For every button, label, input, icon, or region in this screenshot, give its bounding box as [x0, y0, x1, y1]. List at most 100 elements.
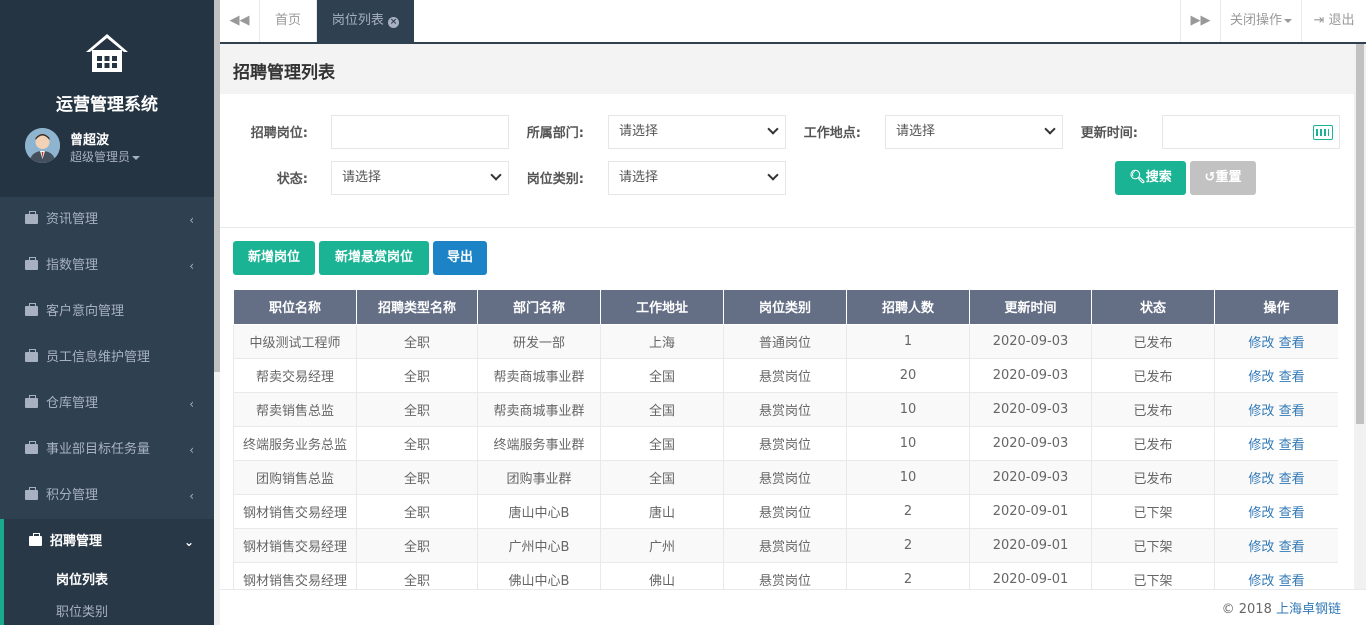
company-link[interactable]: 上海卓钢链: [1276, 602, 1341, 617]
tab-scroll-right-button[interactable]: ▶▶: [1180, 0, 1220, 42]
status-select[interactable]: 请选择: [331, 161, 509, 195]
footer: © 2018 上海卓钢链: [220, 589, 1366, 625]
edit-link[interactable]: 修改: [1248, 404, 1274, 419]
table-cell: 已发布: [1091, 459, 1215, 495]
table-cell: 悬赏岗位: [723, 425, 847, 461]
sidebar-item-warehouse[interactable]: 仓库管理 ‹: [0, 381, 214, 427]
calendar-icon[interactable]: [1313, 125, 1333, 140]
table-row[interactable]: 中级测试工程师 全职 研发一部 上海 普通岗位 1 2020-09-03 已发布 修改 查看: [233, 323, 1338, 359]
briefcase-icon: [25, 303, 38, 316]
view-link[interactable]: 查看: [1279, 336, 1305, 351]
column-header[interactable]: 工作地址: [600, 290, 724, 325]
sidebar-item-news[interactable]: 资讯管理 ‹: [0, 197, 214, 243]
category-select-value: 请选择: [619, 170, 659, 185]
table-row[interactable]: 帮卖销售总监 全职 帮卖商城事业群 全国 悬赏岗位 10 2020-09-03 已发布 修改 查…: [233, 391, 1338, 427]
table-cell: 全国: [600, 459, 724, 495]
content-scrollbar[interactable]: [1354, 44, 1366, 589]
table-cell: 钢材销售交易经理: [233, 561, 357, 589]
update-time-input[interactable]: [1162, 115, 1340, 149]
edit-link[interactable]: 修改: [1248, 370, 1274, 385]
sidebar-item-customer-intent[interactable]: 客户意向管理: [0, 289, 214, 335]
sidebar-item-recruitment[interactable]: 招聘管理 ⌄: [0, 519, 214, 565]
table-cell: 悬赏岗位: [723, 493, 847, 529]
tab-post-list[interactable]: 岗位列表 ×: [317, 0, 414, 42]
column-header[interactable]: 职位名称: [233, 290, 357, 325]
tab-home[interactable]: 首页: [260, 0, 317, 42]
column-header[interactable]: 状态: [1091, 290, 1215, 325]
table-row[interactable]: 团购销售总监 全职 团购事业群 全国 悬赏岗位 10 2020-09-03 已发布 修改 查看: [233, 459, 1338, 495]
sidebar-item-label: 招聘管理: [50, 534, 103, 549]
sidebar-item-division-targets[interactable]: 事业部目标任务量 ‹: [0, 427, 214, 473]
dept-select[interactable]: 请选择: [608, 115, 786, 149]
edit-link[interactable]: 修改: [1248, 540, 1274, 555]
search-button[interactable]: 🔍︎搜索: [1115, 161, 1186, 195]
table-cell: 2020-09-03: [969, 459, 1092, 495]
table-cell: 团购销售总监: [233, 459, 357, 495]
column-header[interactable]: 部门名称: [477, 290, 601, 325]
table-row[interactable]: 钢材销售交易经理 全职 佛山中心B 佛山 悬赏岗位 2 2020-09-01 已下架 修改 查看: [233, 561, 1338, 589]
table-row[interactable]: 终端服务业务总监 全职 终端服务事业群 全国 悬赏岗位 10 2020-09-03 已发布 修改…: [233, 425, 1338, 461]
close-ops-dropdown[interactable]: 关闭操作: [1220, 0, 1301, 42]
close-tab-icon[interactable]: ×: [388, 17, 400, 28]
table-cell: 已发布: [1091, 425, 1215, 461]
view-link[interactable]: 查看: [1279, 472, 1305, 487]
table-cell: 悬赏岗位: [723, 459, 847, 495]
category-select[interactable]: 请选择: [608, 161, 786, 195]
logout-button[interactable]: ⇥ 退出: [1301, 0, 1366, 42]
submenu-item-post-list[interactable]: 岗位列表: [4, 565, 214, 597]
sidebar-item-points[interactable]: 积分管理 ‹: [0, 473, 214, 519]
reset-button[interactable]: ↺重置: [1190, 161, 1256, 195]
table-row[interactable]: 钢材销售交易经理 全职 广州中心B 广州 悬赏岗位 2 2020-09-01 已下架 修改 查看: [233, 527, 1338, 563]
table-row[interactable]: 帮卖交易经理 全职 帮卖商城事业群 全国 悬赏岗位 20 2020-09-03 已发布 修改 查…: [233, 357, 1338, 393]
briefcase-icon: [25, 441, 38, 454]
table-cell: 2020-09-01: [969, 527, 1092, 563]
view-link[interactable]: 查看: [1279, 506, 1305, 521]
sidebar-item-index[interactable]: 指数管理 ‹: [0, 243, 214, 289]
table-cell: 钢材销售交易经理: [233, 527, 357, 563]
table-cell: 全职: [356, 493, 478, 529]
table-cell: 帮卖商城事业群: [477, 357, 601, 393]
view-link[interactable]: 查看: [1279, 540, 1305, 555]
sidebar-header: 运营管理系统 曾超波 超级管理员: [0, 0, 214, 197]
edit-link[interactable]: 修改: [1248, 336, 1274, 351]
submenu-item-post-category[interactable]: 职位类别: [4, 597, 214, 625]
logout-label: 退出: [1328, 13, 1355, 28]
export-button[interactable]: 导出: [433, 241, 487, 275]
view-link[interactable]: 查看: [1279, 438, 1305, 453]
briefcase-icon: [25, 349, 38, 362]
column-header[interactable]: 招聘类型名称: [356, 290, 478, 325]
location-select[interactable]: 请选择: [885, 115, 1063, 149]
add-reward-post-button[interactable]: 新增悬赏岗位: [319, 241, 429, 275]
table-cell-actions: 修改 查看: [1214, 459, 1338, 495]
add-post-button[interactable]: 新增岗位: [233, 241, 315, 275]
table-cell: 终端服务业务总监: [233, 425, 357, 461]
table-cell: 全职: [356, 527, 478, 563]
user-role-dropdown[interactable]: 超级管理员: [70, 148, 141, 165]
table-cell: 中级测试工程师: [233, 323, 357, 359]
table-cell: 广州: [600, 527, 724, 563]
view-link[interactable]: 查看: [1279, 370, 1305, 385]
sidebar-item-employee-info[interactable]: 员工信息维护管理: [0, 335, 214, 381]
view-link[interactable]: 查看: [1279, 574, 1305, 589]
edit-link[interactable]: 修改: [1248, 574, 1274, 589]
avatar[interactable]: [25, 128, 60, 163]
scrollbar-thumb[interactable]: [1356, 44, 1364, 424]
edit-link[interactable]: 修改: [1248, 506, 1274, 521]
table-cell: 全职: [356, 357, 478, 393]
column-header[interactable]: 岗位类别: [723, 290, 847, 325]
edit-link[interactable]: 修改: [1248, 438, 1274, 453]
tab-scroll-left-button[interactable]: ◀◀: [220, 0, 260, 42]
table-row[interactable]: 钢材销售交易经理 全职 唐山中心B 唐山 悬赏岗位 2 2020-09-01 已下架 修改 查看: [233, 493, 1338, 529]
post-input[interactable]: [331, 115, 509, 149]
chevron-down-icon: ⌄: [183, 535, 194, 549]
table-cell-actions: 修改 查看: [1214, 391, 1338, 427]
table-cell: 20: [846, 357, 970, 393]
column-header[interactable]: 招聘人数: [846, 290, 970, 325]
table-cell: 佛山中心B: [477, 561, 601, 589]
edit-link[interactable]: 修改: [1248, 472, 1274, 487]
table-cell: 佛山: [600, 561, 724, 589]
table-cell: 帮卖销售总监: [233, 391, 357, 427]
tab-label: 岗位列表: [331, 13, 384, 28]
view-link[interactable]: 查看: [1279, 404, 1305, 419]
column-header[interactable]: 更新时间: [969, 290, 1092, 325]
